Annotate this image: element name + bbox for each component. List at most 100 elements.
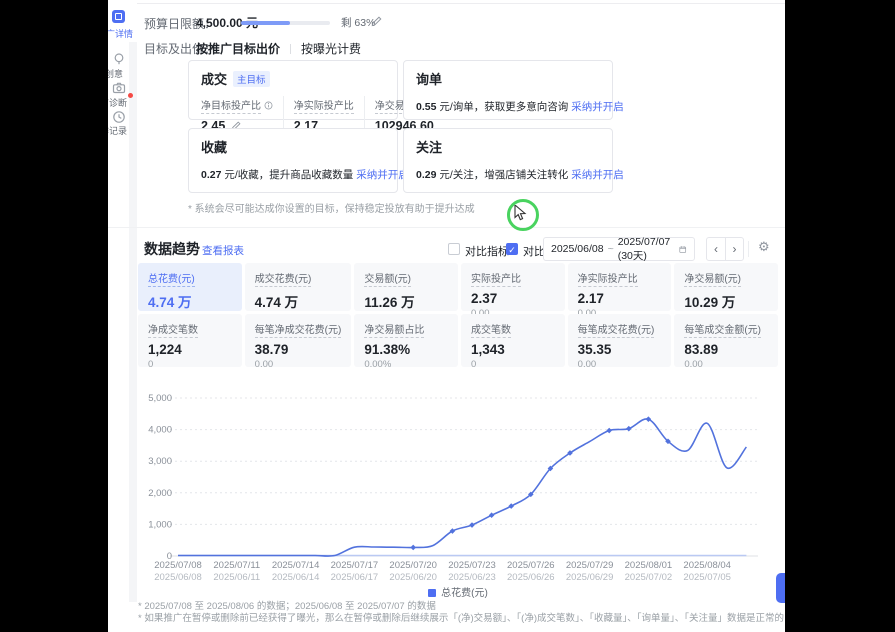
- follow-card-title: 关注: [416, 137, 442, 156]
- metric-label: 成交笔数: [471, 325, 511, 338]
- compare-time-checkbox[interactable]: ✓: [506, 243, 518, 255]
- x-axis-tick: 2025/07/17: [331, 560, 379, 571]
- y-axis-tick: 3,000: [148, 456, 172, 467]
- metric-card-1[interactable]: 总花费(元)4.74 万0.00: [138, 263, 242, 311]
- compare-metric-checkbox[interactable]: [448, 243, 460, 255]
- nav-item-campaign-detail[interactable]: 广详情: [108, 27, 133, 40]
- primary-goal-badge: 主目标: [233, 71, 270, 87]
- chart-series-line: [178, 419, 746, 556]
- metric-card-9[interactable]: 净交易额占比91.38%0.00%: [354, 314, 458, 367]
- legend-label: 总花费(元): [441, 588, 488, 599]
- adopt-enable-link[interactable]: 采纳并开启: [356, 169, 409, 181]
- date-range-picker[interactable]: 2025/06/08 ~ 2025/07/07 (30天): [543, 237, 695, 261]
- option-divider: [290, 44, 291, 54]
- data-point-marker[interactable]: [489, 512, 495, 518]
- metric-card-7[interactable]: 净成交笔数1,2240: [138, 314, 242, 367]
- favorite-desc: 元/收藏，提升商品收藏数量: [224, 169, 353, 181]
- x-axis-tick: 2025/07/29: [566, 560, 614, 571]
- y-axis-tick: 5,000: [148, 393, 172, 404]
- metric-label: 每笔成交金额(元): [684, 325, 761, 338]
- chart-legend[interactable]: 总花费(元): [138, 584, 778, 599]
- date-separator: ~: [608, 243, 614, 255]
- metric-card-3[interactable]: 交易额(元)11.26 万0.00: [354, 263, 458, 311]
- campaign-detail-icon[interactable]: [112, 10, 125, 23]
- metric-card-5[interactable]: 净实际投产比2.170.00: [568, 263, 672, 311]
- footnote-disclaimer: * 如果推广在暂停或删除前已经获得了曝光，那么在暂停或删除后继续展示「(净)交易…: [138, 610, 784, 624]
- mouse-cursor: [514, 205, 527, 221]
- prev-period-button[interactable]: ‹: [707, 238, 725, 260]
- floating-side-button[interactable]: [776, 573, 785, 603]
- metric-value: 2.37: [471, 291, 555, 306]
- calendar-icon: [679, 244, 687, 255]
- metric-card-11[interactable]: 每笔成交花费(元) 35.35 0.00: [568, 314, 672, 367]
- metric-label: 净实际投产比: [578, 274, 638, 287]
- history-icon[interactable]: [112, 110, 126, 124]
- metric-compare-value: 0.00: [578, 359, 662, 370]
- x-axis-tick: 2025/07/20: [389, 560, 437, 571]
- data-point-marker[interactable]: [626, 426, 632, 432]
- diagnose-icon[interactable]: [112, 81, 126, 95]
- metric-value: 91.38%: [364, 342, 448, 357]
- metric-value: 10.29 万: [684, 291, 768, 311]
- legend-color-swatch: [428, 589, 436, 597]
- metric-card-8[interactable]: 每笔净成交花费(元)38.790.00: [245, 314, 352, 367]
- metric-compare-value: 0.00: [684, 359, 768, 370]
- x-axis-compare-tick: 2025/06/08: [154, 572, 202, 583]
- settings-gear-icon[interactable]: ⚙: [758, 239, 770, 255]
- metric-card-2[interactable]: 成交花费(元)4.74 万0.00: [245, 263, 352, 311]
- bid-mode-by-goal[interactable]: 按推广目标出价: [196, 42, 280, 56]
- inquiry-price: 0.55: [416, 101, 436, 113]
- metric-compare-value: 0: [471, 359, 555, 370]
- notification-dot: [128, 93, 133, 98]
- x-axis-compare-tick: 2025/06/14: [272, 572, 320, 583]
- bid-mode-by-impression[interactable]: 按曝光计费: [301, 42, 361, 56]
- data-point-marker[interactable]: [606, 428, 612, 434]
- metric-label: 成交花费(元): [255, 274, 312, 287]
- data-point-marker[interactable]: [508, 503, 514, 509]
- x-axis-compare-tick: 2025/06/29: [566, 572, 614, 583]
- trend-line-chart[interactable]: 01,0002,0003,0004,0005,0002025/07/082025…: [138, 388, 778, 584]
- x-axis-compare-tick: 2025/06/17: [331, 572, 379, 583]
- data-point-marker[interactable]: [469, 522, 475, 528]
- info-icon[interactable]: [264, 101, 273, 110]
- x-axis-tick: 2025/07/08: [154, 560, 202, 571]
- metric-label: 净交易额(元): [684, 274, 741, 287]
- inquiry-desc: 元/询单，获取更多意向咨询: [439, 101, 568, 113]
- section-divider: [108, 227, 785, 228]
- y-axis-tick: 4,000: [148, 425, 172, 436]
- metric-value: 1,343: [471, 342, 555, 357]
- x-axis-tick: 2025/07/14: [272, 560, 320, 571]
- deal-card-title: 成交: [201, 69, 227, 88]
- adopt-enable-link[interactable]: 采纳并开启: [571, 169, 624, 181]
- stat-label: 净实际投产比: [294, 101, 354, 114]
- compare-metric-label[interactable]: 对比指标: [465, 243, 509, 259]
- view-report-link[interactable]: 查看报表: [202, 243, 244, 258]
- metric-card-12[interactable]: 每笔成交金额(元)83.890.00: [674, 314, 778, 367]
- stat-label: 净目标投产比: [201, 101, 261, 114]
- nav-item-records[interactable]: 作记录: [108, 124, 127, 137]
- nav-item-diagnose[interactable]: 广诊断: [108, 96, 127, 109]
- metric-card-10[interactable]: 成交笔数 1,343 0: [461, 314, 565, 367]
- x-axis-compare-tick: 2025/06/23: [448, 572, 496, 583]
- x-axis-compare-tick: 2025/06/20: [389, 572, 437, 583]
- favorite-card-title: 收藏: [201, 137, 227, 156]
- metric-value: 35.35: [578, 342, 662, 357]
- idea-icon[interactable]: [112, 52, 126, 66]
- y-axis-tick: 2,000: [148, 488, 172, 499]
- x-axis-tick: 2025/07/11: [213, 560, 260, 571]
- x-axis-tick: 2025/08/01: [625, 560, 673, 571]
- nav-item-creative[interactable]: 创意: [108, 67, 123, 80]
- metric-label: 交易额(元): [364, 274, 411, 287]
- edit-budget-icon[interactable]: [371, 16, 382, 27]
- metric-card-4[interactable]: 实际投产比2.370.00: [461, 263, 565, 311]
- toolbar-divider: [748, 241, 749, 257]
- metric-value: 11.26 万: [364, 291, 448, 311]
- metric-card-6[interactable]: 净交易额(元)10.29 万0.00: [674, 263, 778, 311]
- adopt-enable-link[interactable]: 采纳并开启: [571, 101, 624, 113]
- data-point-marker[interactable]: [410, 545, 416, 551]
- metric-value: 4.74 万: [255, 291, 342, 311]
- x-axis-tick: 2025/07/26: [507, 560, 555, 571]
- metric-compare-value: 0.00%: [364, 359, 448, 370]
- metric-label: 每笔成交花费(元): [578, 325, 655, 338]
- next-period-button[interactable]: ›: [725, 238, 743, 260]
